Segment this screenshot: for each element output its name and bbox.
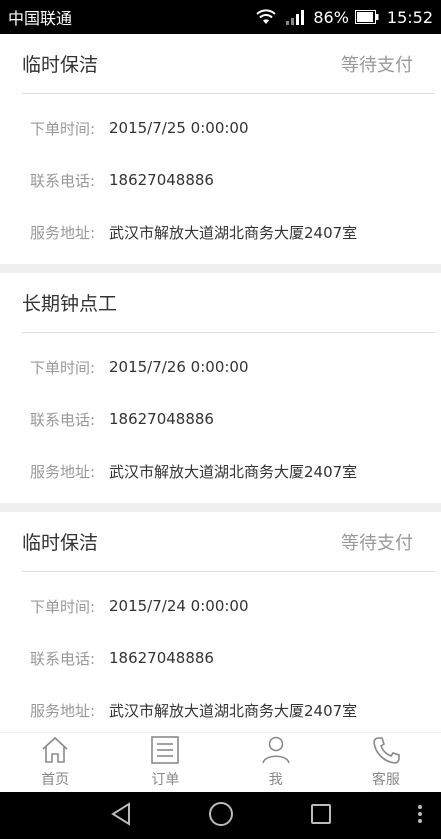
service-type: 临时保洁 [22,54,99,76]
order-list[interactable]: 临时保洁 等待支付 下单时间: 2015/7/25 0:00:00 联系电话: … [0,34,441,732]
phone-icon [371,736,401,768]
order-status: 等待支付 [341,532,413,554]
card-divider [0,503,441,512]
service-address-row: 服务地址: 武汉市解放大道湖北商务大厦2407室 [22,684,441,732]
order-card[interactable]: 临时保洁 等待支付 下单时间: 2015/7/24 0:00:00 联系电话: … [0,512,441,732]
tab-orders[interactable]: 订单 [110,733,220,792]
tab-me[interactable]: 我 [221,733,331,792]
tab-home-label: 首页 [41,772,70,788]
service-address-row: 服务地址: 武汉市解放大道湖北商务大厦2407室 [22,445,441,497]
service-address-label: 服务地址: [30,223,96,242]
tab-customer-service-label: 客服 [371,772,400,788]
order-time-label: 下单时间: [30,358,96,377]
battery-icon [354,10,379,24]
home-icon [40,736,70,768]
contact-phone-row: 联系电话: 18627048886 [22,632,441,684]
signal-icon [285,9,305,25]
order-status: 等待支付 [341,54,413,76]
order-header: 临时保洁 等待支付 [22,512,435,572]
contact-phone-label: 联系电话: [30,649,96,668]
order-header: 长期钟点工 [22,273,435,333]
wifi-icon [255,9,277,25]
back-icon[interactable] [110,801,132,830]
contact-phone-label: 联系电话: [30,171,96,190]
battery-indicator: 86% [313,8,379,27]
order-time-row: 下单时间: 2015/7/26 0:00:00 [22,341,441,393]
service-address-row: 服务地址: 武汉市解放大道湖北商务大厦2407室 [22,206,441,258]
contact-phone-value: 18627048886 [109,649,214,667]
service-address-value: 武汉市解放大道湖北商务大厦2407室 [109,223,358,242]
order-time-label: 下单时间: [30,597,96,616]
order-time-row: 下单时间: 2015/7/24 0:00:00 [22,580,441,632]
more-options-icon[interactable] [417,804,423,828]
order-time-value: 2015/7/24 0:00:00 [109,597,249,615]
card-divider [0,264,441,273]
tab-me-label: 我 [268,772,283,788]
service-address-label: 服务地址: [30,701,96,720]
contact-phone-value: 18627048886 [109,171,214,189]
order-card[interactable]: 临时保洁 等待支付 下单时间: 2015/7/25 0:00:00 联系电话: … [0,34,441,264]
order-time-label: 下单时间: [30,119,96,138]
battery-percent: 86% [313,7,349,27]
tab-home[interactable]: 首页 [0,733,110,792]
order-time-value: 2015/7/26 0:00:00 [109,358,249,376]
contact-phone-row: 联系电话: 18627048886 [22,393,441,445]
recents-icon[interactable] [310,803,332,829]
clock: 15:52 [386,7,433,27]
order-header: 临时保洁 等待支付 [22,34,435,94]
service-type: 临时保洁 [22,532,99,554]
person-icon [261,736,291,768]
order-time-row: 下单时间: 2015/7/25 0:00:00 [22,102,441,154]
tab-orders-label: 订单 [151,772,180,788]
service-address-label: 服务地址: [30,462,96,481]
bottom-tab-bar: 首页 订单 我 客服 [0,732,441,792]
order-list-icon [150,736,180,768]
order-time-value: 2015/7/25 0:00:00 [109,119,249,137]
service-type: 长期钟点工 [22,293,118,315]
home-circle-icon[interactable] [208,801,234,831]
contact-phone-label: 联系电话: [30,410,96,429]
service-address-value: 武汉市解放大道湖北商务大厦2407室 [109,462,358,481]
tab-customer-service[interactable]: 客服 [331,733,441,792]
carrier-name: 中国联通 [8,9,73,28]
order-card[interactable]: 长期钟点工 下单时间: 2015/7/26 0:00:00 联系电话: 1862… [0,273,441,503]
status-bar: 中国联通 86% 15:52 [0,0,441,34]
service-address-value: 武汉市解放大道湖北商务大厦2407室 [109,701,358,720]
contact-phone-row: 联系电话: 18627048886 [22,154,441,206]
contact-phone-value: 18627048886 [109,410,214,428]
system-nav-bar [0,792,441,839]
status-indicators: 86% 15:52 [255,8,433,27]
